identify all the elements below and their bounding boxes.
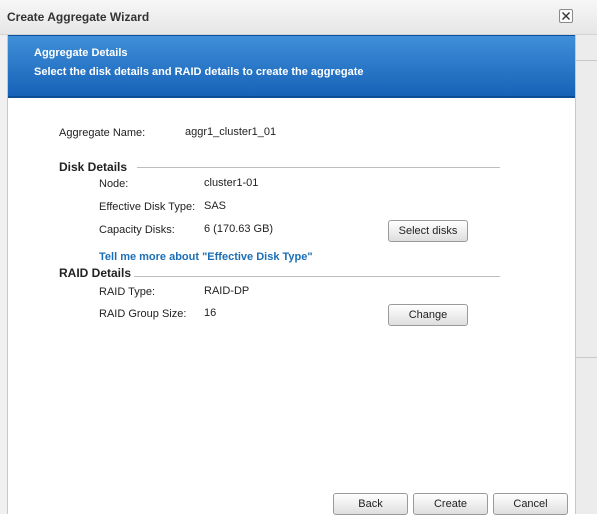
capacity-disks-label: Capacity Disks: <box>99 224 175 236</box>
effective-disk-type-help-link[interactable]: Tell me more about "Effective Disk Type" <box>99 251 313 263</box>
window-title: Create Aggregate Wizard <box>7 10 150 24</box>
step-banner: Aggregate Details Select the disk detail… <box>8 35 575 98</box>
capacity-disks-value: 6 (170.63 GB) <box>204 223 274 235</box>
wizard-content: Aggregate Details Select the disk detail… <box>7 35 576 515</box>
close-icon <box>562 12 570 20</box>
background-divider <box>575 357 597 358</box>
raid-type-label: RAID Type: <box>99 286 156 298</box>
close-button[interactable] <box>559 9 573 23</box>
disk-details-heading: Disk Details <box>59 160 128 174</box>
section-divider <box>137 167 500 168</box>
back-button[interactable]: Back <box>333 493 408 515</box>
background-divider <box>575 60 597 61</box>
create-button[interactable]: Create <box>413 493 488 515</box>
cancel-button[interactable]: Cancel <box>493 493 568 515</box>
select-disks-button[interactable]: Select disks <box>388 220 468 242</box>
raid-group-size-value: 16 <box>204 307 217 319</box>
step-subtitle: Select the disk details and RAID details… <box>34 66 364 78</box>
wizard-window: Create Aggregate Wizard Aggregate Detail… <box>0 0 597 515</box>
node-label: Node: <box>99 178 129 190</box>
background-window-edge <box>575 35 597 514</box>
aggregate-name-label: Aggregate Name: <box>59 127 146 139</box>
disk-type-label: Effective Disk Type: <box>99 201 196 213</box>
button-bar: Back Create Cancel <box>8 490 575 515</box>
section-divider <box>134 276 500 277</box>
disk-type-value: SAS <box>204 200 227 212</box>
raid-details-heading: RAID Details <box>59 266 132 280</box>
change-raid-button[interactable]: Change <box>388 304 468 326</box>
title-bar: Create Aggregate Wizard <box>0 0 597 35</box>
node-value: cluster1-01 <box>204 177 259 189</box>
step-title: Aggregate Details <box>34 47 128 59</box>
raid-group-size-label: RAID Group Size: <box>99 308 187 320</box>
raid-type-value: RAID-DP <box>204 285 250 297</box>
aggregate-name-value: aggr1_cluster1_01 <box>185 126 277 138</box>
